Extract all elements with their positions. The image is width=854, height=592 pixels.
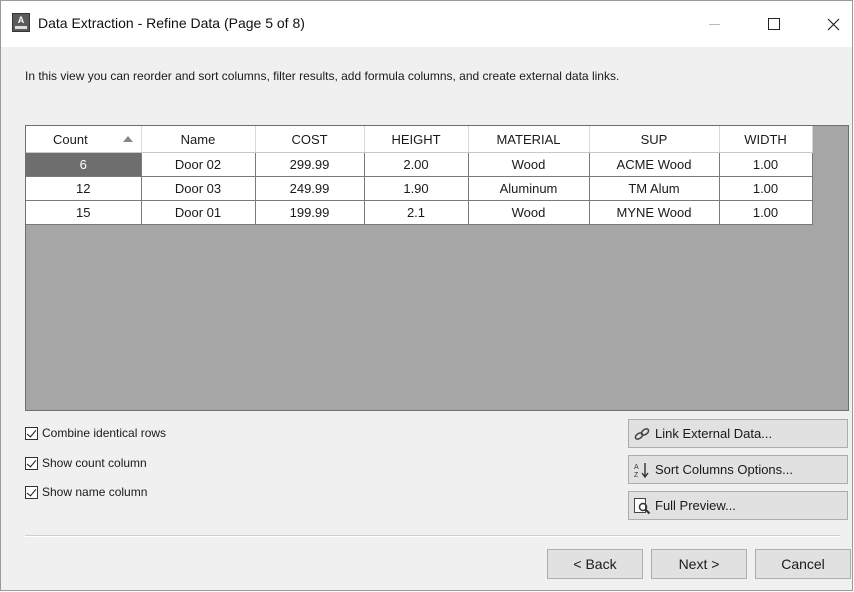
show-name-column-checkbox[interactable] <box>25 485 38 499</box>
count-cell[interactable]: 6 <box>26 152 142 177</box>
show-name-column-label: Show name column <box>42 485 148 499</box>
back-button[interactable]: < Back <box>547 549 643 579</box>
column-header-height[interactable]: HEIGHT <box>364 126 469 153</box>
footer-divider-highlight <box>25 536 840 537</box>
app-icon-letter: A <box>17 15 25 25</box>
full-preview-label: Full Preview... <box>655 498 736 513</box>
material-cell[interactable]: Wood <box>467 152 590 177</box>
link-icon <box>633 425 651 443</box>
title-bar: A Data Extraction - Refine Data (Page 5 … <box>1 1 852 47</box>
sup-cell[interactable]: MYNE Wood <box>588 200 720 225</box>
show-count-column-option[interactable]: Show count column <box>25 456 147 470</box>
maximize-button[interactable] <box>752 9 796 39</box>
close-icon <box>827 18 839 30</box>
link-external-data-button[interactable]: Link External Data... <box>628 419 848 448</box>
name-cell[interactable]: Door 01 <box>140 200 256 225</box>
height-cell[interactable]: 2.1 <box>363 200 469 225</box>
sort-columns-options-label: Sort Columns Options... <box>655 462 793 477</box>
close-button[interactable] <box>811 9 854 39</box>
height-cell[interactable]: 2.00 <box>363 152 469 177</box>
sup-cell[interactable]: TM Alum <box>588 176 720 201</box>
next-button[interactable]: Next > <box>651 549 747 579</box>
table-row[interactable]: 6 Door 02 299.99 2.00 Wood ACME Wood 1.0… <box>26 152 813 177</box>
table-row[interactable]: 12 Door 03 249.99 1.90 Aluminum TM Alum … <box>26 176 813 201</box>
window-title: Data Extraction - Refine Data (Page 5 of… <box>38 15 305 31</box>
material-cell[interactable]: Wood <box>467 200 590 225</box>
full-preview-button[interactable]: Full Preview... <box>628 491 848 520</box>
show-count-column-label: Show count column <box>42 456 147 470</box>
combine-identical-rows-label: Combine identical rows <box>42 426 167 440</box>
column-header-sup[interactable]: SUP <box>589 126 720 153</box>
width-cell[interactable]: 1.00 <box>718 152 813 177</box>
autocad-app-icon: A <box>12 13 30 32</box>
column-header-count[interactable]: Count <box>26 126 142 153</box>
column-header-label: Count <box>53 131 88 147</box>
description-text: In this view you can reorder and sort co… <box>25 69 620 83</box>
column-header-name[interactable]: Name <box>141 126 256 153</box>
cancel-button[interactable]: Cancel <box>755 549 851 579</box>
minimize-icon <box>708 23 720 25</box>
name-cell[interactable]: Door 03 <box>140 176 256 201</box>
table-row[interactable]: 15 Door 01 199.99 2.1 Wood MYNE Wood 1.0… <box>26 200 813 225</box>
link-external-data-label: Link External Data... <box>655 426 773 441</box>
data-extraction-dialog: A Data Extraction - Refine Data (Page 5 … <box>0 0 853 591</box>
column-header-width[interactable]: WIDTH <box>719 126 813 153</box>
header-row: Count Name COST HEIGHT MATERIAL SUP WIDT… <box>26 126 813 153</box>
sort-columns-options-button[interactable]: A Z Sort Columns Options... <box>628 455 848 484</box>
svg-text:Z: Z <box>634 472 639 479</box>
width-cell[interactable]: 1.00 <box>718 176 813 201</box>
combine-identical-rows-option[interactable]: Combine identical rows <box>25 426 166 440</box>
column-header-cost[interactable]: COST <box>255 126 365 153</box>
maximize-icon <box>768 18 780 30</box>
show-count-column-checkbox[interactable] <box>25 456 38 470</box>
combine-identical-rows-checkbox[interactable] <box>25 426 38 440</box>
material-cell[interactable]: Aluminum <box>467 176 590 201</box>
sort-ascending-icon <box>122 136 133 142</box>
cost-cell[interactable]: 249.99 <box>254 176 365 201</box>
column-header-material[interactable]: MATERIAL <box>468 126 590 153</box>
show-name-column-option[interactable]: Show name column <box>25 485 147 499</box>
svg-text:A: A <box>634 464 639 471</box>
height-cell[interactable]: 1.90 <box>363 176 469 201</box>
minimize-button[interactable] <box>692 9 736 39</box>
sort-az-icon: A Z <box>633 461 651 479</box>
sup-cell[interactable]: ACME Wood <box>588 152 720 177</box>
data-table: Count Name COST HEIGHT MATERIAL SUP WIDT… <box>26 126 813 225</box>
data-grid[interactable]: Count Name COST HEIGHT MATERIAL SUP WIDT… <box>25 125 849 411</box>
count-cell[interactable]: 12 <box>26 176 142 201</box>
count-cell[interactable]: 15 <box>26 200 142 225</box>
name-cell[interactable]: Door 02 <box>140 152 256 177</box>
width-cell[interactable]: 1.00 <box>718 200 813 225</box>
magnifier-preview-icon <box>633 497 651 515</box>
cost-cell[interactable]: 199.99 <box>254 200 365 225</box>
cost-cell[interactable]: 299.99 <box>254 152 365 177</box>
